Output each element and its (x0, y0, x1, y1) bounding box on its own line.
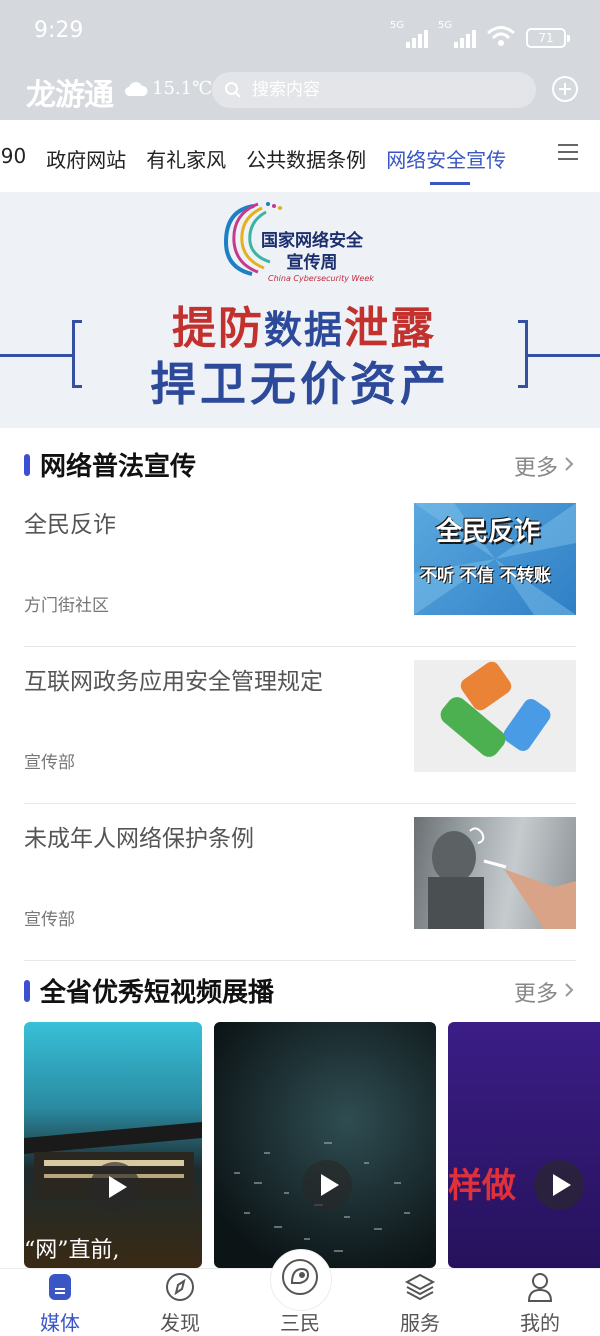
nav-item-discover[interactable]: 发现 (120, 1269, 240, 1336)
more-link[interactable]: 更多 (514, 976, 558, 1008)
news-title: 互联网政务应用安全管理规定 (24, 669, 323, 695)
sanmin-icon (282, 1259, 318, 1295)
tab-gov-website[interactable]: 政府网站 (46, 144, 126, 173)
more-link[interactable]: 更多 (514, 450, 558, 482)
nav-label: 我的 (520, 1311, 560, 1335)
nav-item-sanmin[interactable]: 三民 (240, 1259, 360, 1336)
news-thumbnail (414, 817, 576, 929)
nav-label: 服务 (400, 1311, 440, 1335)
news-source: 宣传部 (24, 910, 75, 930)
video-card[interactable] (214, 1022, 436, 1268)
cloud-icon (124, 81, 148, 96)
nav-label: 发现 (160, 1311, 200, 1335)
banner-slogan-2: 捍卫无价资产 (150, 357, 450, 411)
video-card[interactable]: “网”直前, (24, 1022, 202, 1268)
bracket-left (72, 320, 82, 388)
tab-cyber-security[interactable]: 网络安全宣传 (386, 144, 506, 185)
menu-icon[interactable] (558, 144, 578, 162)
search-icon (225, 82, 241, 98)
search-bar[interactable] (212, 72, 536, 108)
app-header: 龙游通 15.1℃ (0, 64, 600, 120)
wifi-icon (487, 26, 515, 46)
cyber-week-english: China Cybersecurity Week (268, 274, 374, 283)
whiteboard-photo (428, 827, 576, 929)
news-title: 全民反诈 (24, 512, 116, 538)
play-icon[interactable] (90, 1162, 140, 1212)
banner[interactable]: 国家网络安全 宣传周 China Cybersecurity Week 提防数据… (0, 192, 600, 428)
app-logo: 龙游通 (26, 78, 114, 113)
video-title-text: 样做 (448, 1166, 516, 1206)
chevron-right-icon[interactable] (562, 980, 576, 1000)
nav-label: 媒体 (40, 1311, 80, 1335)
section-title: 网络普法宣传 (40, 452, 197, 482)
list-item[interactable]: 互联网政务应用安全管理规定 宣传部 (24, 646, 576, 804)
list-item[interactable]: 未成年人网络保护条例 宣传部 (24, 803, 576, 961)
tab-090[interactable]: 090 (0, 144, 26, 173)
compass-icon (166, 1273, 194, 1301)
video-carousel[interactable]: “网”直前, 样做 (24, 1022, 600, 1268)
channel-tabs: 090 政府网站 有礼家风 公共数据条例 网络安全宣传 (0, 120, 600, 193)
video-caption: “网”直前, (24, 1238, 120, 1263)
news-title: 未成年人网络保护条例 (24, 826, 254, 852)
news-thumbnail (414, 660, 576, 772)
section-title: 全省优秀短视频展播 (40, 978, 275, 1008)
video-card[interactable]: 样做 (448, 1022, 600, 1268)
status-bar: 9:29 5G 5G 71 (0, 0, 600, 64)
tab-public-data[interactable]: 公共数据条例 (246, 144, 366, 173)
banner-line-right (528, 354, 600, 357)
top-header: 9:29 5G 5G 71 龙游通 15.1℃ (0, 0, 600, 120)
bracket-right (518, 320, 528, 388)
list-item[interactable]: 全民反诈 方门街社区 全民反诈 不听 不信 不转账 (24, 489, 576, 647)
thumb-text-2: 不听 不信 不转账 (420, 566, 551, 586)
play-icon[interactable] (534, 1160, 584, 1210)
signal-label: 5G (390, 20, 405, 31)
signal-label: 5G (438, 20, 453, 31)
slogan1-a: 提防 (171, 303, 264, 354)
cyber-week-title: 国家网络安全 宣传周 (252, 230, 372, 274)
news-thumbnail: 全民反诈 不听 不信 不转账 (414, 503, 576, 615)
week-title-line1: 国家网络安全 (261, 231, 363, 251)
banner-slogan-1: 提防数据泄露 (104, 292, 504, 356)
tab-family[interactable]: 有礼家风 (146, 144, 226, 173)
media-icon (49, 1274, 71, 1300)
user-icon (527, 1273, 553, 1302)
add-button[interactable] (552, 76, 578, 102)
nav-item-mine[interactable]: 我的 (480, 1269, 600, 1336)
play-icon[interactable] (302, 1160, 352, 1210)
layers-icon (404, 1273, 436, 1301)
nav-label: 三民 (280, 1311, 320, 1335)
nav-item-service[interactable]: 服务 (360, 1269, 480, 1336)
section-bar (24, 980, 30, 1002)
gov-app-logo-icon (440, 661, 551, 757)
signal-icon: 5G (390, 20, 428, 48)
news-source: 方门街社区 (24, 596, 109, 616)
section-bar (24, 454, 30, 476)
battery-icon: 71 (526, 28, 570, 48)
thumb-text-1: 全民反诈 (436, 517, 541, 547)
banner-line-left (0, 354, 72, 357)
temperature: 15.1℃ (152, 78, 213, 99)
section-header-video: 全省优秀短视频展播 更多 (24, 970, 576, 1010)
weather[interactable]: 15.1℃ (124, 78, 212, 99)
slogan1-c: 泄露 (344, 303, 436, 354)
signal-icon: 5G (438, 20, 476, 48)
bottom-nav: 媒体 发现 三民 服务 我的 (0, 1249, 600, 1336)
search-input[interactable] (250, 79, 524, 101)
status-icons: 5G 5G 71 (390, 20, 570, 48)
nav-item-media[interactable]: 媒体 (0, 1269, 120, 1336)
news-source: 宣传部 (24, 753, 75, 773)
digital-pattern (234, 1142, 410, 1252)
status-time: 9:29 (34, 18, 84, 43)
chevron-right-icon[interactable] (562, 454, 576, 474)
slogan1-b: 数据 (263, 308, 344, 352)
section-header-law: 网络普法宣传 更多 (24, 444, 576, 484)
week-title-line2: 宣传周 (286, 253, 338, 273)
